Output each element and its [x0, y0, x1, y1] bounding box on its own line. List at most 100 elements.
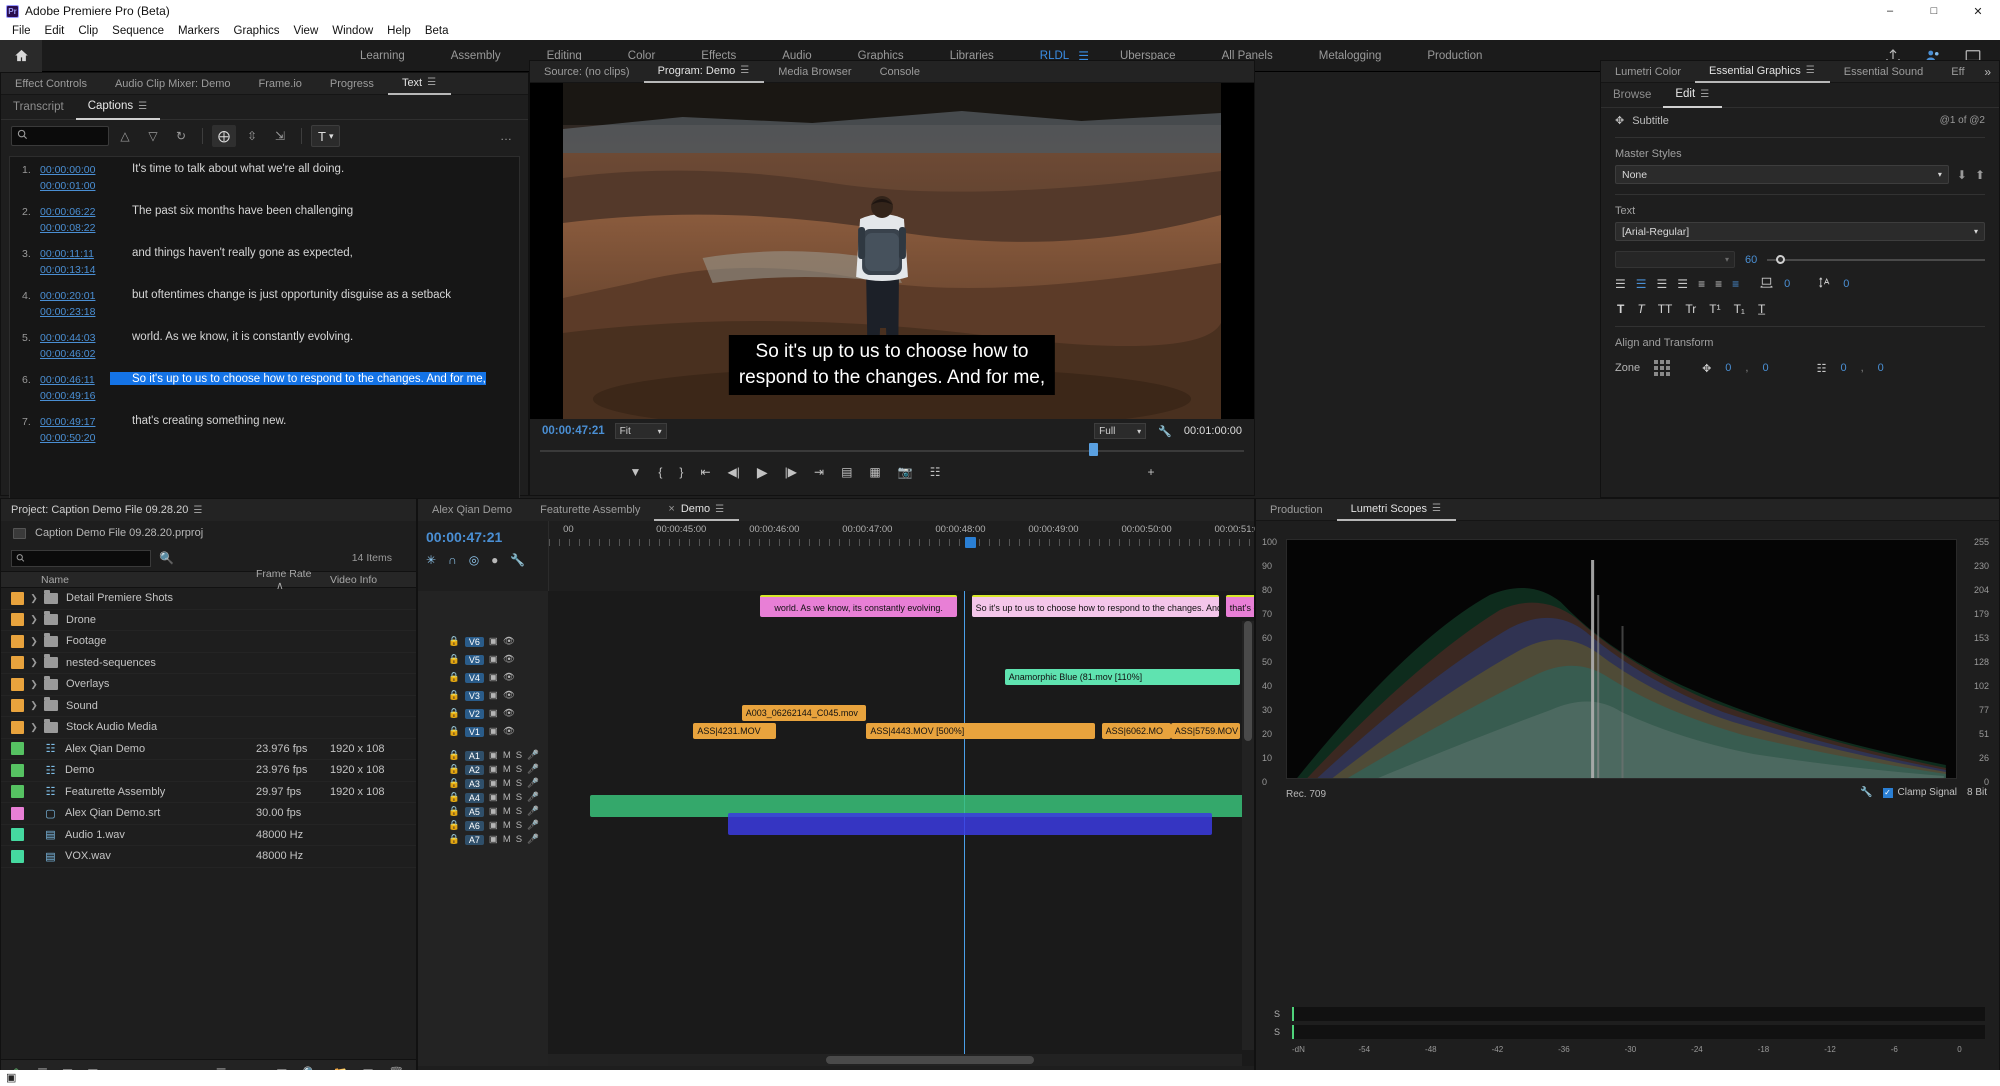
menu-item-file[interactable]: File	[5, 25, 38, 37]
workspace-tab-learning[interactable]: Learning	[337, 50, 428, 62]
caption-timecodes[interactable]: 00:00:20:01 00:00:23:18	[40, 288, 110, 320]
track-output-icon[interactable]: ▣	[489, 834, 498, 845]
track-output-icon[interactable]: ▣	[489, 690, 498, 701]
track-output-icon[interactable]: ▣	[489, 654, 498, 665]
track-output-icon[interactable]: ▣	[489, 792, 498, 803]
track-record-icon[interactable]: 🎤	[527, 764, 539, 775]
menu-item-beta[interactable]: Beta	[418, 25, 456, 37]
menu-item-markers[interactable]: Markers	[171, 25, 227, 37]
project-rows-container[interactable]: ❯ Detail Premiere Shots ❯ Drone ❯ Footage ❯ nes…	[1, 588, 416, 868]
expand-chevron-icon[interactable]: ❯	[24, 657, 44, 668]
track-solo-icon[interactable]: S	[516, 750, 522, 761]
next-caption-icon[interactable]: ▽	[141, 125, 165, 147]
waveform-scope-canvas[interactable]	[1286, 539, 1957, 779]
caption-timecodes[interactable]: 00:00:00:00 00:00:01:00	[40, 162, 110, 194]
caption-end-time[interactable]: 00:00:23:18	[40, 304, 110, 320]
monitor-timecode[interactable]: 00:00:47:21	[542, 425, 605, 437]
text-case-button-0[interactable]: T	[1617, 302, 1624, 316]
project-row[interactable]: ☷ Alex Qian Demo 23.976 fps 1920 x 108	[1, 739, 416, 760]
previous-caption-icon[interactable]: △	[113, 125, 137, 147]
menu-item-window[interactable]: Window	[325, 25, 380, 37]
caption-end-time[interactable]: 00:00:49:16	[40, 388, 110, 404]
caption-end-time[interactable]: 00:00:50:20	[40, 430, 110, 446]
align-left-icon[interactable]: ☰	[1615, 277, 1626, 291]
minimize-button[interactable]: –	[1868, 0, 1912, 22]
caption-text[interactable]: The past six months have been challengin…	[110, 204, 353, 217]
track-eye-icon[interactable]: 👁	[503, 654, 515, 665]
panel-menu-icon[interactable]: ☰	[1700, 89, 1710, 100]
track-record-icon[interactable]: 🎤	[527, 778, 539, 789]
scopes-tab-lumetri-scopes[interactable]: Lumetri Scopes ☰	[1336, 499, 1457, 521]
text-subtab-transcript[interactable]: Transcript	[1, 95, 76, 120]
font-style-dropdown[interactable]: ▾	[1615, 251, 1735, 268]
caption-timecodes[interactable]: 00:00:06:22 00:00:08:22	[40, 204, 110, 236]
label-color-swatch[interactable]	[11, 785, 24, 799]
add-marker-icon[interactable]: ●	[491, 553, 498, 567]
track-mute-icon[interactable]: M	[503, 820, 511, 831]
track-solo-icon[interactable]: S	[516, 764, 522, 775]
play-icon[interactable]: ▶	[757, 464, 768, 481]
lift-icon[interactable]: ▤	[841, 465, 852, 479]
push-style-down-icon[interactable]: ⬇	[1957, 168, 1967, 182]
scopes-tab-production[interactable]: Production	[1256, 499, 1337, 521]
label-color-swatch[interactable]	[11, 699, 24, 713]
caption-row[interactable]: 6. 00:00:46:11 00:00:49:16 So it's up to us…	[10, 367, 519, 409]
track-record-icon[interactable]: 🎤	[527, 792, 539, 803]
eg-tab-essential-sound[interactable]: Essential Sound	[1830, 61, 1938, 83]
track-output-icon[interactable]: ▣	[489, 750, 498, 761]
zone-grid-icon[interactable]	[1654, 360, 1671, 376]
snap-icon[interactable]: ✳	[426, 553, 436, 567]
caption-text[interactable]: world. As we know, it is constantly evol…	[110, 330, 353, 343]
project-search-input[interactable]	[29, 552, 146, 564]
monitor-scrubber[interactable]	[540, 443, 1244, 457]
track-output-icon[interactable]: ▣	[489, 820, 498, 831]
label-color-swatch[interactable]	[11, 849, 24, 863]
text-case-button-2[interactable]: TT	[1658, 302, 1673, 316]
lock-icon[interactable]: 🔒	[448, 806, 460, 817]
merge-caption-icon[interactable]: ⇲	[268, 125, 292, 147]
lock-icon[interactable]: 🔒	[448, 792, 460, 803]
project-row[interactable]: ❯ Detail Premiere Shots	[1, 588, 416, 610]
caption-timecodes[interactable]: 00:00:49:17 00:00:50:20	[40, 414, 110, 446]
lock-icon[interactable]: 🔒	[448, 778, 460, 789]
caption-start-time[interactable]: 00:00:06:22	[40, 204, 110, 220]
project-row[interactable]: ❯ Footage	[1, 631, 416, 653]
project-row[interactable]: ❯ Overlays	[1, 674, 416, 696]
caption-start-time[interactable]: 00:00:49:17	[40, 414, 110, 430]
position-y[interactable]: 0	[1762, 362, 1768, 374]
text-case-button-6[interactable]: T̲	[1758, 302, 1765, 316]
timeline-tracks[interactable]: 🔒 C1 ▣ world. As we know, its constantly…	[418, 591, 1254, 1066]
text-case-button-4[interactable]: T¹	[1709, 302, 1720, 316]
caption-row[interactable]: 4. 00:00:20:01 00:00:23:18 but oftentimes c…	[10, 283, 519, 325]
clips-area[interactable]: Anamorphic Blue (81.mov [110%] A003_06262…	[548, 625, 1254, 1050]
caption-clip[interactable]: that's creating something new.	[1225, 595, 1254, 617]
project-file-row[interactable]: Caption Demo File 09.28.20.prproj	[1, 521, 416, 545]
text-case-button-3[interactable]: Tr	[1685, 302, 1696, 316]
settings-wrench-icon[interactable]: 🔧	[1158, 425, 1172, 438]
caption-end-time[interactable]: 00:00:46:02	[40, 346, 110, 362]
tracking-value[interactable]: 0	[1784, 278, 1790, 290]
project-row[interactable]: ▤ VOX.wav 48000 Hz	[1, 846, 416, 868]
track-output-icon[interactable]: ▣	[489, 708, 498, 719]
label-color-swatch[interactable]	[11, 763, 24, 777]
track-mute-icon[interactable]: M	[503, 750, 511, 761]
monitor-tab-program-demo[interactable]: Program: Demo ☰	[643, 61, 765, 83]
expand-chevron-icon[interactable]: ❯	[24, 679, 44, 690]
label-color-swatch[interactable]	[11, 634, 24, 648]
scrubber-playhead[interactable]	[1089, 443, 1099, 456]
label-color-swatch[interactable]	[11, 742, 24, 756]
track-name[interactable]: V2	[464, 708, 484, 719]
caption-row[interactable]: 7. 00:00:49:17 00:00:50:20 that's creating …	[10, 409, 519, 451]
project-row[interactable]: ❯ nested-sequences	[1, 653, 416, 674]
lock-icon[interactable]: 🔒	[448, 636, 460, 647]
track-mute-icon[interactable]: M	[503, 764, 511, 775]
project-row[interactable]: ❯ Drone	[1, 610, 416, 631]
track-solo-icon[interactable]: S	[516, 792, 522, 803]
track-eye-icon[interactable]: 👁	[503, 690, 515, 701]
marker-overlay-icon[interactable]: ◎	[469, 553, 479, 567]
filter-bin-icon[interactable]: 🔍	[159, 551, 174, 565]
track-mute-icon[interactable]: M	[503, 834, 511, 845]
caption-clip[interactable]: world. As we know, its constantly evolvi…	[759, 595, 958, 617]
lock-icon[interactable]: 🔒	[448, 672, 460, 683]
caption-row[interactable]: 5. 00:00:44:03 00:00:46:02 world. As we kno…	[10, 325, 519, 367]
